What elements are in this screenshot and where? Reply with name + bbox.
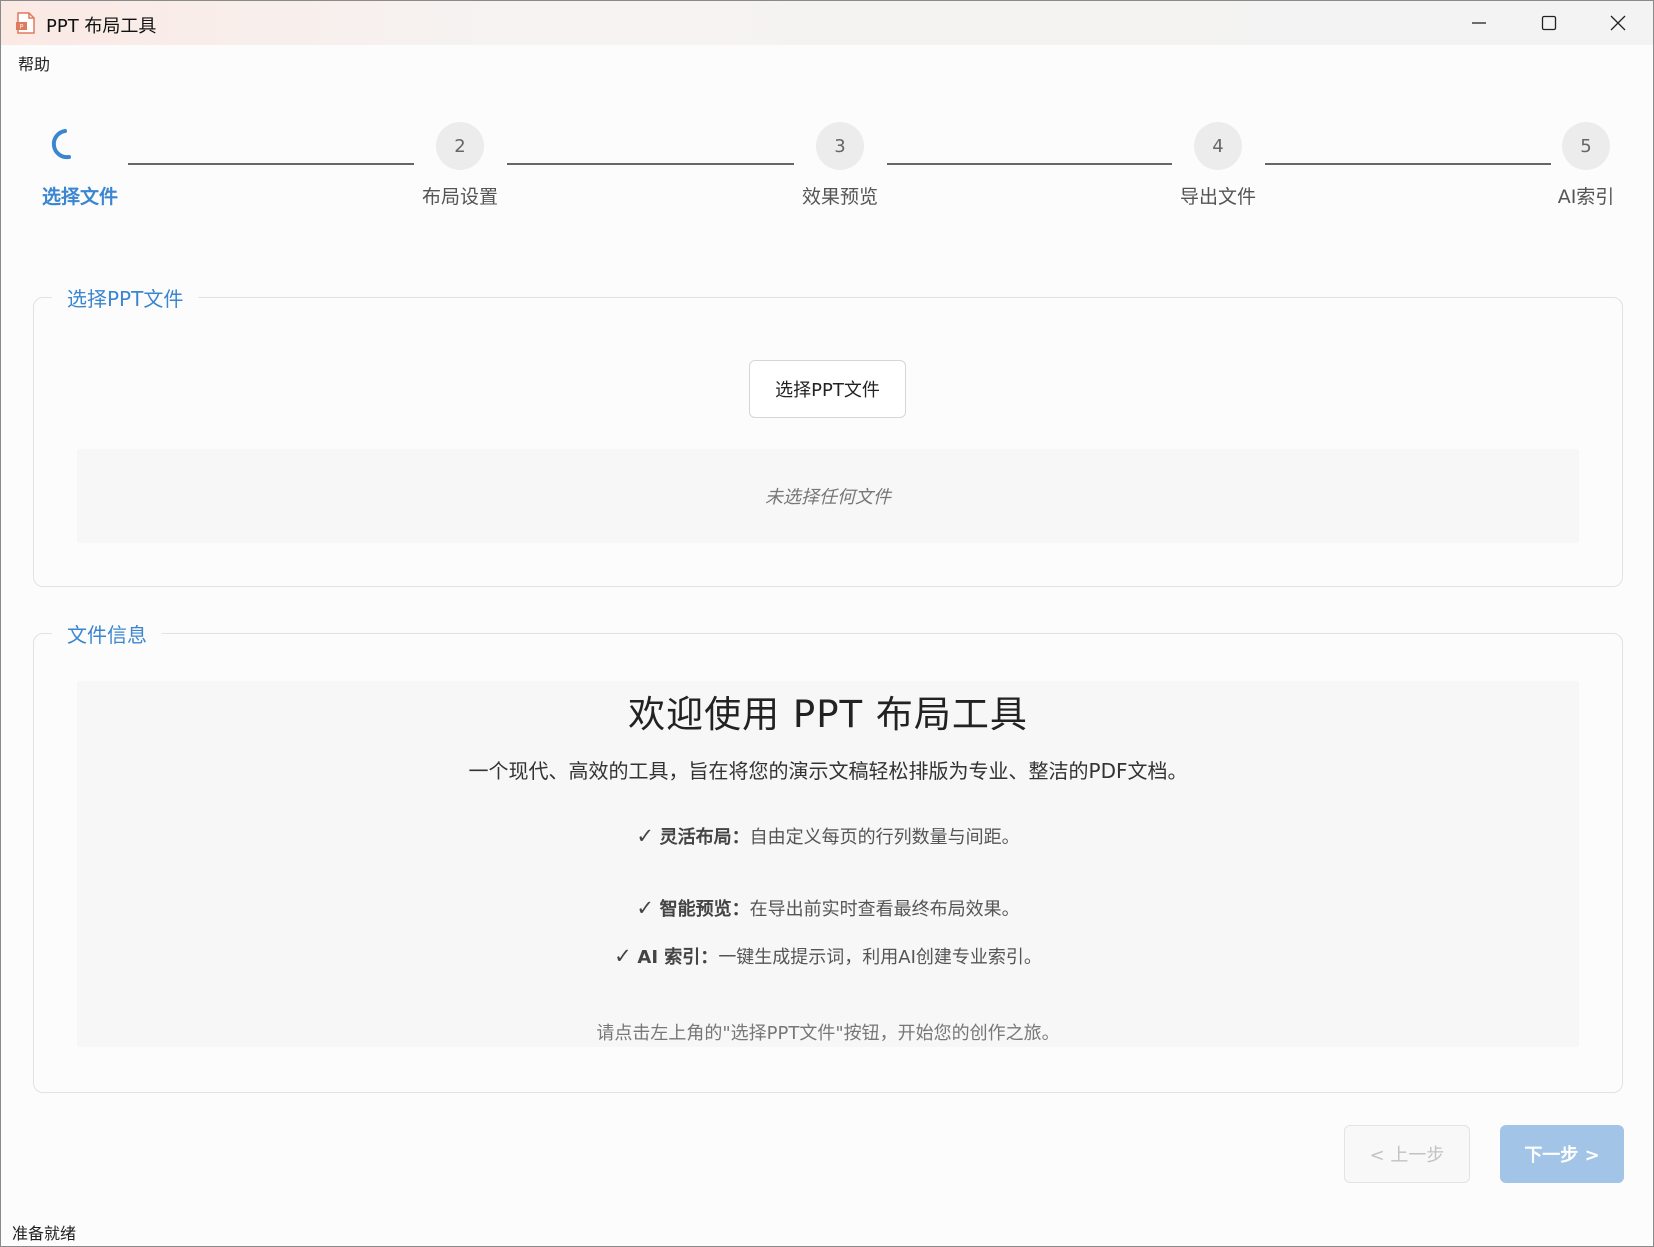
window-title: PPT 布局工具 <box>46 16 157 37</box>
feature-name: 灵活布局： <box>659 827 750 848</box>
step-connector <box>507 163 794 165</box>
step-circle-4: 4 <box>1194 122 1242 170</box>
next-step-button[interactable]: 下一步 > <box>1500 1125 1624 1183</box>
step-label-4: 导出文件 <box>1179 186 1257 208</box>
step-circle-2: 2 <box>436 122 484 170</box>
step-connector <box>887 163 1172 165</box>
step-label-1: 选择文件 <box>41 186 119 208</box>
checkmark-icon: ✓ <box>636 896 654 920</box>
select-ppt-button[interactable]: 选择PPT文件 <box>749 360 906 418</box>
welcome-subtitle: 一个现代、高效的工具，旨在将您的演示文稿轻松排版为专业、整洁的PDF文档。 <box>468 759 1188 783</box>
ppt-file-icon: P <box>15 12 37 34</box>
checkmark-icon: ✓ <box>614 944 632 968</box>
loading-spinner-icon <box>51 127 85 161</box>
start-hint: 请点击左上角的"选择PPT文件"按钮，开始您的创作之旅。 <box>596 1023 1060 1044</box>
selected-file-display: 未选择任何文件 <box>77 449 1579 543</box>
minimize-button[interactable] <box>1444 1 1514 45</box>
status-text: 准备就绪 <box>12 1224 77 1243</box>
welcome-title: 欢迎使用 PPT 布局工具 <box>628 693 1028 736</box>
no-file-text: 未选择任何文件 <box>765 487 891 508</box>
maximize-icon <box>1541 15 1557 31</box>
step-label-5: AI索引 <box>1557 186 1615 208</box>
step-circle-3: 3 <box>816 122 864 170</box>
close-icon <box>1610 15 1626 31</box>
close-button[interactable] <box>1583 1 1653 45</box>
select-file-group <box>33 297 1623 587</box>
feature-desc: 一键生成提示词，利用AI创建专业索引。 <box>718 947 1042 968</box>
step-connector <box>1265 163 1551 165</box>
file-info-group-title: 文件信息 <box>52 619 162 648</box>
app-window: P PPT 布局工具 帮助 选择文件 2 布局设置 3 效果预览 4 导出文件 … <box>0 0 1654 1247</box>
maximize-button[interactable] <box>1514 1 1584 45</box>
step-connector <box>128 163 414 165</box>
welcome-panel: 欢迎使用 PPT 布局工具 一个现代、高效的工具，旨在将您的演示文稿轻松排版为专… <box>77 681 1579 1047</box>
step-label-3: 效果预览 <box>801 186 879 208</box>
feature-item: ✓ 灵活布局：自由定义每页的行列数量与间距。 <box>77 823 1579 849</box>
title-bar: P PPT 布局工具 <box>1 1 1653 45</box>
step-label-2: 布局设置 <box>421 186 499 208</box>
step-circle-5: 5 <box>1562 122 1610 170</box>
minimize-icon <box>1471 15 1487 31</box>
checkmark-icon: ✓ <box>636 824 654 848</box>
menu-bar: 帮助 <box>1 45 1653 75</box>
feature-desc: 自由定义每页的行列数量与间距。 <box>749 827 1020 848</box>
feature-name: 智能预览： <box>659 899 750 920</box>
feature-item: ✓ AI 索引：一键生成提示词，利用AI创建专业索引。 <box>77 943 1579 969</box>
svg-text:P: P <box>19 25 23 31</box>
menu-help[interactable]: 帮助 <box>18 51 50 75</box>
select-file-group-title: 选择PPT文件 <box>52 283 199 312</box>
feature-name: AI 索引： <box>637 947 719 968</box>
prev-step-button[interactable]: < 上一步 <box>1344 1125 1470 1183</box>
feature-item: ✓ 智能预览：在导出前实时查看最终布局效果。 <box>77 895 1579 921</box>
feature-desc: 在导出前实时查看最终布局效果。 <box>749 899 1020 920</box>
